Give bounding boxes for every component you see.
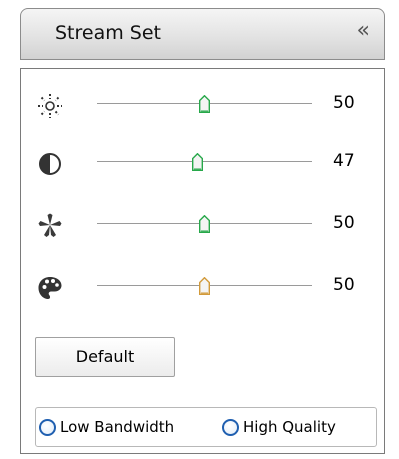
brightness-icon <box>38 94 62 118</box>
contrast-slider-thumb[interactable] <box>192 153 204 171</box>
contrast-value: 47 <box>333 151 355 171</box>
saturation-slider-thumb[interactable] <box>198 215 210 233</box>
hue-row: 50 <box>21 265 384 305</box>
saturation-icon <box>38 213 62 237</box>
panel-title: Stream Set <box>55 22 161 44</box>
panel-header[interactable]: Stream Set « <box>20 8 385 60</box>
radio-circle-icon <box>222 419 239 436</box>
saturation-value: 50 <box>333 213 355 233</box>
default-button[interactable]: Default <box>35 337 175 377</box>
contrast-slider-track[interactable] <box>97 161 312 163</box>
brightness-slider-thumb[interactable] <box>198 95 210 113</box>
contrast-icon <box>39 153 61 175</box>
low-bandwidth-label: Low Bandwidth <box>60 418 175 436</box>
brightness-value: 50 <box>333 93 355 113</box>
hue-slider-thumb[interactable] <box>198 277 210 295</box>
collapse-icon[interactable]: « <box>357 20 370 42</box>
radio-circle-icon <box>39 419 56 436</box>
quality-radio-group: Low Bandwidth High Quality <box>35 407 377 447</box>
high-quality-label: High Quality <box>243 418 336 436</box>
panel-body: 50 47 50 50 Default Low Bandwidth High Q… <box>20 68 385 454</box>
hue-icon <box>38 277 62 299</box>
brightness-row: 50 <box>21 83 384 123</box>
hue-value: 50 <box>333 275 355 295</box>
contrast-row: 47 <box>21 141 384 181</box>
saturation-row: 50 <box>21 203 384 243</box>
stream-set-panel: Stream Set « 50 47 50 50 Default Low Ban… <box>20 8 385 456</box>
